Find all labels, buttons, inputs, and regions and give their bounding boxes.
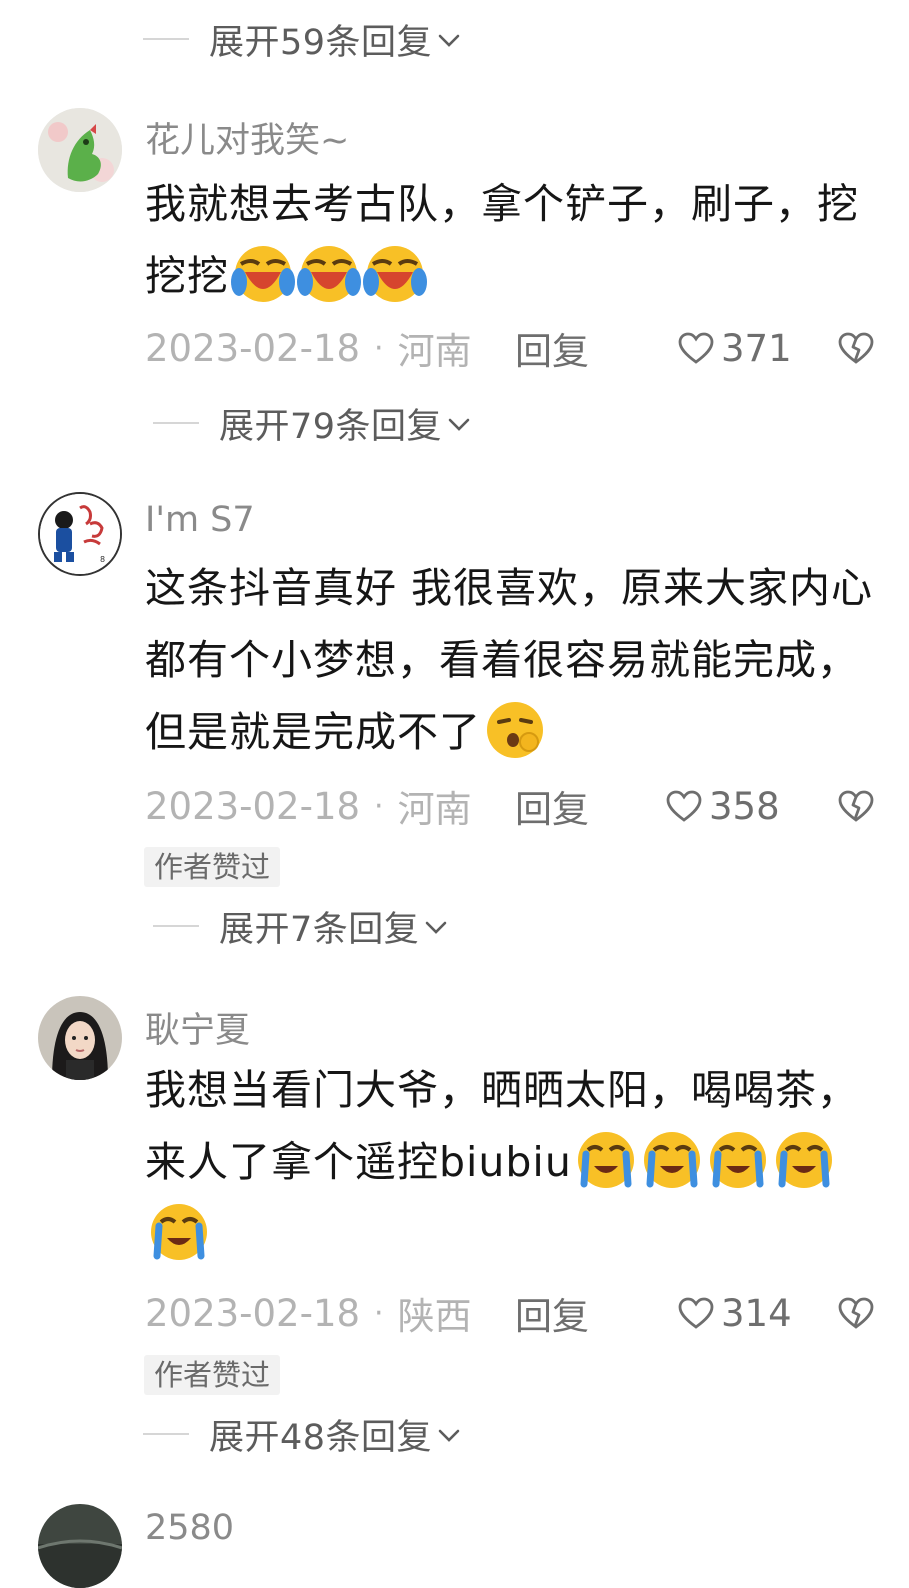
comment-item: 花儿对我笑~ 我就想去考古队，拿个铲子，刷子，挖挖挖 2023-02-18 · …: [0, 0, 909, 470]
rofl-crying-emoji: [363, 246, 427, 302]
comment-text: 我想当看门大爷，晒晒太阳，喝喝茶，来人了拿个遥控biubiu: [145, 1054, 885, 1270]
broken-heart-icon[interactable]: [837, 331, 875, 365]
like-count: 314: [721, 1291, 792, 1335]
expand-replies-button[interactable]: 展开7条回复: [153, 901, 447, 951]
heart-icon: [666, 790, 702, 822]
comment-meta: 2023-02-18 · 陕西 回复 314: [145, 1283, 885, 1343]
meta-separator: ·: [374, 788, 384, 824]
reply-button[interactable]: 回复: [515, 1286, 589, 1340]
comment-date: 2023-02-18: [145, 784, 361, 828]
comment-item: 耿宁夏 我想当看门大爷，晒晒太阳，喝喝茶，来人了拿个遥控biubiu 2023-…: [0, 980, 909, 1480]
like-button[interactable]: 358: [665, 785, 780, 828]
expand-replies-label: 展开48条回复: [209, 1417, 433, 1458]
like-button[interactable]: 371: [677, 327, 792, 370]
reply-button[interactable]: 回复: [515, 779, 589, 833]
like-count: 358: [709, 784, 780, 828]
author-liked-badge: 作者赞过: [144, 1355, 281, 1395]
comment-username[interactable]: 2580: [145, 1508, 234, 1548]
chevron-down-icon: [438, 1429, 460, 1442]
divider: [153, 422, 199, 424]
comment-region: 河南: [397, 330, 472, 373]
loudly-crying-face-emoji: [643, 1132, 700, 1188]
heart-icon: [678, 332, 714, 364]
broken-heart-icon[interactable]: [837, 1296, 875, 1330]
comment-text: 这条抖音真好 我很喜欢，原来大家内心都有个小梦想，看着很容易就能完成，但是就是完…: [145, 552, 885, 768]
comment-region: 陕西: [397, 1295, 472, 1338]
meta-separator: ·: [374, 1295, 384, 1331]
expand-replies-button[interactable]: 展开48条回复: [143, 1409, 460, 1459]
divider: [153, 925, 199, 927]
loudly-crying-face-emoji: [775, 1132, 832, 1188]
comment-date: 2023-02-18: [145, 1291, 361, 1335]
rofl-crying-emoji: [297, 246, 361, 302]
comment-item: 2580: [0, 1500, 909, 1588]
like-button[interactable]: 314: [677, 1292, 792, 1335]
avatar[interactable]: [38, 1504, 122, 1588]
svg-text:8: 8: [100, 555, 105, 564]
expand-replies-button[interactable]: 展开79条回复: [153, 398, 470, 448]
avatar[interactable]: 8: [38, 492, 122, 576]
chevron-down-icon: [448, 418, 470, 431]
reply-button[interactable]: 回复: [515, 321, 589, 375]
like-count: 371: [721, 326, 792, 370]
comment-meta: 2023-02-18 · 河南 回复 358: [145, 776, 885, 836]
heart-icon: [678, 1297, 714, 1329]
comment-text: 我就想去考古队，拿个铲子，刷子，挖挖挖: [145, 168, 885, 312]
yawning-face-emoji: [487, 702, 543, 758]
avatar[interactable]: [38, 108, 122, 192]
loudly-crying-face-emoji: [709, 1132, 766, 1188]
comment-username[interactable]: 耿宁夏: [145, 1002, 250, 1053]
author-liked-badge: 作者赞过: [144, 847, 281, 887]
rofl-crying-emoji: [231, 246, 295, 302]
expand-replies-label: 展开79条回复: [219, 406, 443, 447]
loudly-crying-face-emoji: [577, 1132, 634, 1188]
comment-item: 8 I'm S7 这条抖音真好 我很喜欢，原来大家内心都有个小梦想，看着很容易就…: [0, 480, 909, 960]
broken-heart-icon[interactable]: [837, 789, 875, 823]
expand-replies-label: 展开7条回复: [219, 909, 420, 950]
meta-separator: ·: [374, 330, 384, 366]
loudly-crying-face-emoji: [151, 1204, 207, 1260]
avatar[interactable]: [38, 996, 122, 1080]
comment-region: 河南: [397, 788, 472, 831]
comment-date: 2023-02-18: [145, 326, 361, 370]
comment-meta: 2023-02-18 · 河南 回复 371: [145, 318, 885, 378]
comment-username[interactable]: 花儿对我笑~: [145, 112, 349, 163]
comment-username[interactable]: I'm S7: [145, 500, 255, 540]
divider: [143, 1433, 189, 1435]
chevron-down-icon: [425, 921, 447, 934]
